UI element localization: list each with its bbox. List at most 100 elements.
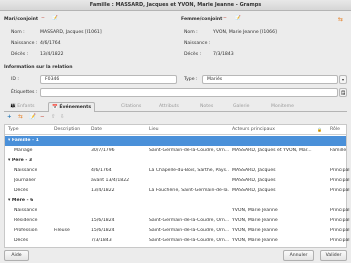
etiquettes-label: Étiquettes : [11, 90, 38, 95]
cell-type: Décès [14, 188, 29, 193]
cell-date: 30/7/1796 [91, 148, 115, 153]
tab-evenements[interactable]: 📅 Événements [48, 102, 96, 112]
cell-type: ▾ Père - 3 [8, 158, 33, 163]
husband-edit-icon[interactable]: 📝 [52, 16, 58, 21]
tab-moniteme[interactable]: Moniteme [271, 102, 294, 112]
id-field[interactable]: F0346 [40, 75, 177, 84]
wife-remove-icon[interactable]: − [223, 16, 227, 21]
move-up-icon[interactable]: ⇧ [51, 114, 56, 120]
ok-button[interactable]: Valider [320, 250, 347, 261]
cell-date: 4/6/1764 [91, 168, 112, 173]
cell-lieu: Saint-Germain-de-la-Coudre, Orn... [149, 238, 229, 243]
col-acteurs[interactable]: Acteurs principaux [232, 127, 275, 132]
husband-nom-value: MASSARD, Jacques [I1061] [40, 30, 102, 35]
cancel-button[interactable]: Annuler [283, 250, 314, 261]
cell-role: Principal [330, 188, 350, 193]
table-row[interactable]: Décès 7/3/1843 Saint-Germain-de-la-Coudre,… [5, 236, 350, 246]
tab-notes[interactable]: Notes [200, 102, 213, 112]
type-label: Type : [184, 77, 198, 82]
tab-bar: 👪 Enfants 📅 Événements Citations Attribu… [4, 102, 347, 112]
lock-icon: 🔒 [317, 127, 322, 132]
tag-icon: 🗒 [340, 90, 346, 95]
chevron-down-icon: ▾ [341, 77, 344, 82]
type-dropdown-button[interactable]: ▾ [339, 75, 347, 84]
col-date[interactable]: Date [91, 127, 102, 132]
cell-role: Principal [330, 178, 350, 183]
events-icon: 📅 [52, 105, 58, 110]
cell-acteurs: MASSARD, Jacques [232, 188, 276, 193]
move-down-icon[interactable]: ⇩ [60, 114, 65, 120]
wife-nom-label: Nom : [184, 30, 198, 35]
cell-type: Décès [14, 238, 29, 243]
col-lieu[interactable]: Lieu [149, 127, 159, 132]
edit-tags-button[interactable]: 🗒 [339, 88, 347, 97]
cell-role: Famille [330, 148, 347, 153]
husband-heading: Mari/conjoint [4, 17, 39, 22]
wife-edit-icon[interactable]: 📝 [235, 16, 241, 21]
cell-acteurs: YVON, Marie Jeanne [232, 238, 278, 243]
share-event-icon[interactable]: ⇆ [18, 114, 23, 120]
table-group-row[interactable]: ▾ Mère - 6 [5, 196, 346, 206]
cell-lieu: Saint-Germain-de-la-Coudre, Orn... [149, 218, 229, 223]
edit-event-icon[interactable]: 📝 [29, 114, 36, 120]
help-button[interactable]: Aide [4, 250, 29, 261]
cell-acteurs: MASSARD, Jacques [232, 168, 276, 173]
cell-lieu: La Chapelle-du-Bois, Sarthe, Pays... [149, 168, 229, 173]
children-icon: 👪 [10, 104, 16, 109]
table-row[interactable]: Profession Fileuse 15/6/1824 Saint-Germain-… [5, 226, 350, 236]
cell-description: Fileuse [54, 228, 70, 233]
tab-evenements-label: Événements [59, 105, 92, 110]
cell-date: 7/3/1843 [91, 238, 112, 243]
cell-type: Naissance [14, 168, 38, 173]
table-row[interactable]: Résidence 15/6/1824 Saint-Germain-de-la-Co… [5, 216, 350, 226]
table-row[interactable]: Naissance YVON, Marie Jeanne Principal [5, 206, 350, 216]
add-event-icon[interactable]: + [7, 114, 12, 120]
etiquettes-field [40, 88, 338, 97]
window-title: Famille : MASSARD, Jacques et YVON, Mari… [0, 0, 351, 11]
cell-role: Principal [330, 228, 350, 233]
cell-acteurs: MASSARD, Jacques et YVON, Mar... [232, 148, 312, 153]
col-description[interactable]: Description [54, 127, 80, 132]
tab-galerie[interactable]: Galerie [233, 102, 249, 112]
cell-role: Principal [330, 168, 350, 173]
wife-naissance-label: Naissance : [184, 41, 211, 46]
swap-spouses-icon[interactable]: ⇆ [338, 16, 343, 23]
cell-type: Mariage [14, 148, 33, 153]
husband-naissance-label: Naissance : [11, 41, 38, 46]
table-header: Type Description Date Lieu Acteurs princ… [5, 125, 346, 135]
cell-acteurs: YVON, Marie Jeanne [232, 208, 278, 213]
cell-role: Principal [330, 218, 350, 223]
col-type[interactable]: Type [8, 127, 19, 132]
cell-date: 15/6/1824 [91, 218, 115, 223]
col-role[interactable]: Rôle [330, 127, 340, 132]
cell-type: ▾ Mère - 6 [8, 198, 34, 203]
cell-acteurs: MASSARD, Jacques [232, 178, 276, 183]
tab-attributs[interactable]: Attributs [159, 102, 179, 112]
table-row[interactable]: Décès 13/4/1822 La Fouchérie, Saint-Germai… [5, 186, 350, 196]
tab-enfants-label: Enfants [17, 104, 35, 109]
wife-deces-label: Décès : [184, 52, 202, 57]
table-row[interactable]: Naissance 4/6/1764 La Chapelle-du-Bois, Sa… [5, 166, 350, 176]
husband-naissance-value: 4/6/1764 [40, 41, 61, 46]
husband-deces-value: 13/4/1822 [40, 52, 64, 57]
wife-nom-value: YVON, Marie Jeanne [I1066] [213, 30, 277, 35]
cell-lieu: Saint-Germain-de-la-Coudre, Orn... [149, 228, 229, 233]
table-group-row[interactable]: ▾ Famille - 1 [5, 136, 346, 146]
table-row[interactable]: Journalier avant 13/4/1822 MASSARD, Jacque… [5, 176, 350, 186]
cell-date: 15/6/1824 [91, 228, 115, 233]
tab-citations[interactable]: Citations [121, 102, 141, 112]
relation-heading: Information sur la relation [4, 65, 73, 70]
table-group-row[interactable]: ▾ Père - 3 [5, 156, 346, 166]
wife-deces-value: 7/3/1843 [213, 52, 234, 57]
cell-lieu: La Fouchérie, Saint-Germain-de-la... [149, 188, 229, 193]
table-row[interactable]: Mariage 30/7/1796 Saint-Germain-de-la-Coud… [5, 146, 346, 156]
cell-acteurs: YVON, Marie Jeanne [232, 218, 278, 223]
type-combo[interactable]: Mariés [202, 75, 338, 84]
husband-remove-icon[interactable]: − [41, 16, 45, 21]
tab-enfants[interactable]: 👪 Enfants [10, 102, 35, 112]
cell-date: 13/4/1822 [91, 188, 115, 193]
remove-event-icon[interactable]: − [40, 114, 45, 120]
husband-deces-label: Décès : [11, 52, 29, 57]
wife-heading: Femme/conjoint [181, 17, 223, 22]
events-table: Type Description Date Lieu Acteurs princ… [4, 124, 350, 248]
